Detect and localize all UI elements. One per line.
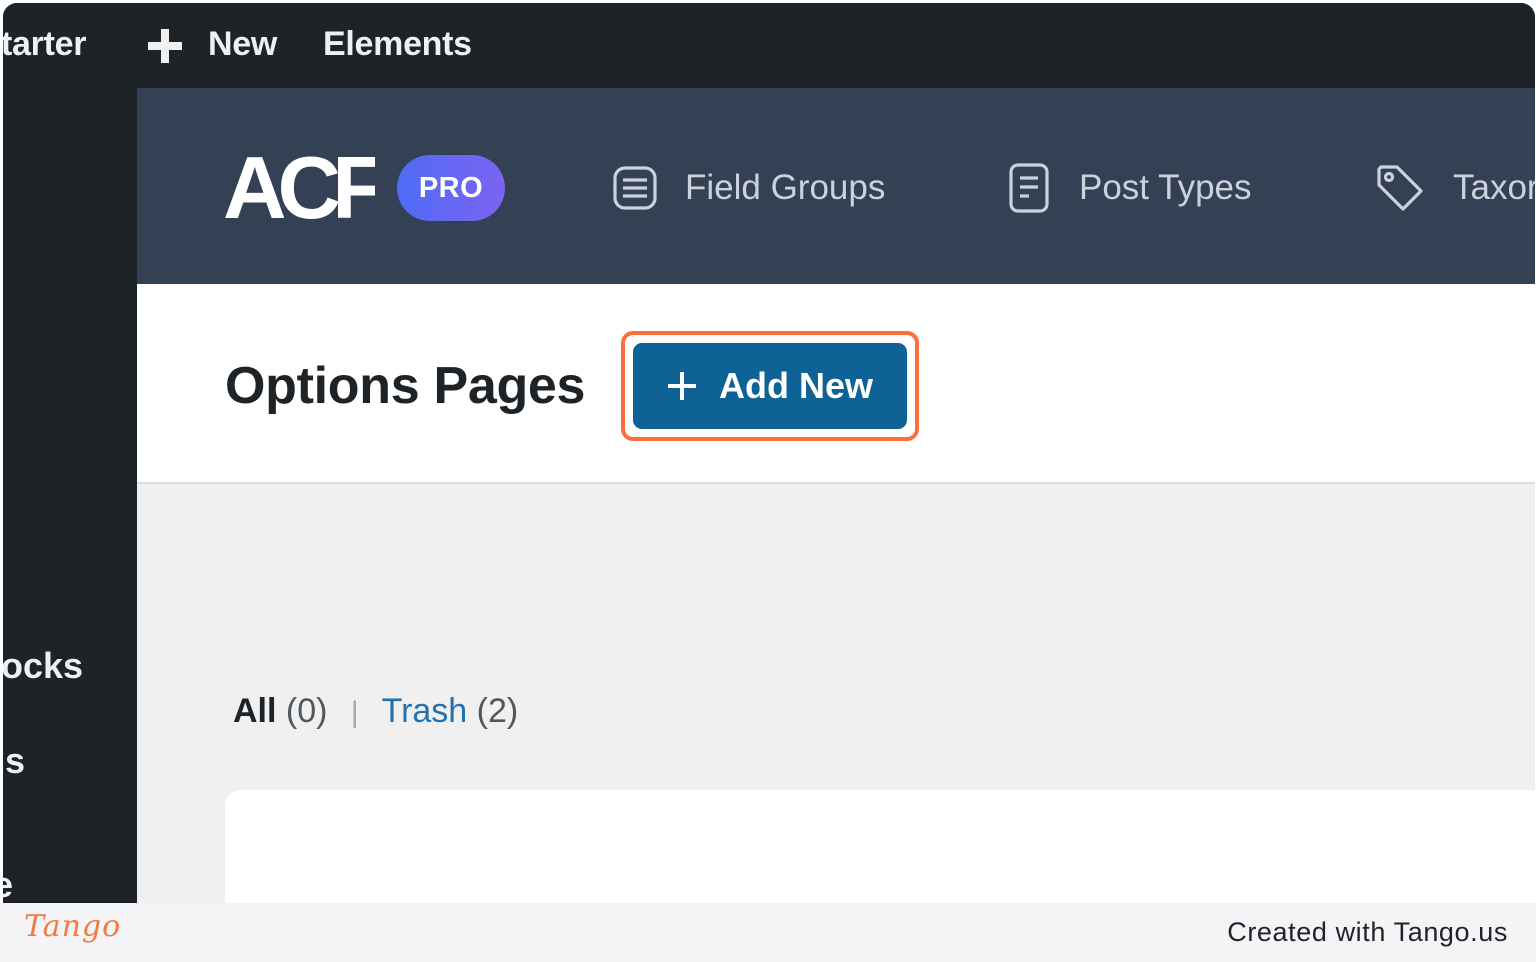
post-types-icon <box>1009 163 1049 213</box>
tango-logo: Tango <box>24 909 122 944</box>
plus-icon <box>667 372 696 400</box>
tango-footer: Tango Created with Tango.us <box>0 903 1536 962</box>
browser-viewport: tarter New Elements ocks ıs e ACF PRO <box>3 3 1535 903</box>
page-heading-bar: Options Pages Add New <box>137 284 1535 484</box>
sidebar-item-partial[interactable]: e <box>3 864 13 903</box>
pro-badge: PRO <box>397 155 505 221</box>
plus-icon[interactable] <box>146 27 184 65</box>
tab-taxonomies-label: Taxor <box>1453 168 1535 207</box>
filter-all[interactable]: All <box>233 692 276 730</box>
acf-logo-text: ACF <box>223 150 375 226</box>
filter-all-count: (0) <box>285 692 328 730</box>
acf-logo[interactable]: ACF <box>223 150 375 226</box>
tab-taxonomies[interactable]: Taxor <box>1373 158 1535 218</box>
admin-bar-elements[interactable]: Elements <box>323 25 472 64</box>
add-new-button[interactable]: Add New <box>633 343 907 429</box>
status-filters: All (0) | Trash (2) <box>233 692 518 731</box>
wp-admin-bar: tarter New Elements <box>3 3 1535 88</box>
tab-post-types-label: Post Types <box>1079 168 1252 207</box>
tag-icon <box>1377 165 1423 211</box>
add-new-label: Add New <box>718 365 873 406</box>
tab-field-groups-label: Field Groups <box>685 168 886 207</box>
filter-trash[interactable]: Trash <box>382 692 468 730</box>
filter-trash-count: (2) <box>476 692 519 730</box>
admin-bar-new[interactable]: New <box>208 25 277 64</box>
filter-separator: | <box>350 696 359 729</box>
sidebar-item-patterns[interactable]: ıs <box>3 740 25 782</box>
tab-field-groups[interactable]: Field Groups <box>611 158 885 218</box>
field-groups-icon <box>613 166 657 210</box>
page-title: Options Pages <box>225 357 586 415</box>
tab-post-types[interactable]: Post Types <box>1007 158 1252 218</box>
options-pages-list <box>225 790 1535 903</box>
created-with-credit: Created with Tango.us <box>1227 917 1508 947</box>
main-content: All (0) | Trash (2) <box>137 484 1535 903</box>
sidebar-item-blocks[interactable]: ocks <box>3 645 83 687</box>
admin-bar-site-name[interactable]: tarter <box>3 25 86 64</box>
acf-header: ACF PRO Field Groups Post Types Taxor <box>137 88 1535 284</box>
admin-sidebar: ocks ıs e <box>3 88 137 903</box>
screenshot-frame: tarter New Elements ocks ıs e ACF PRO <box>0 0 1536 962</box>
